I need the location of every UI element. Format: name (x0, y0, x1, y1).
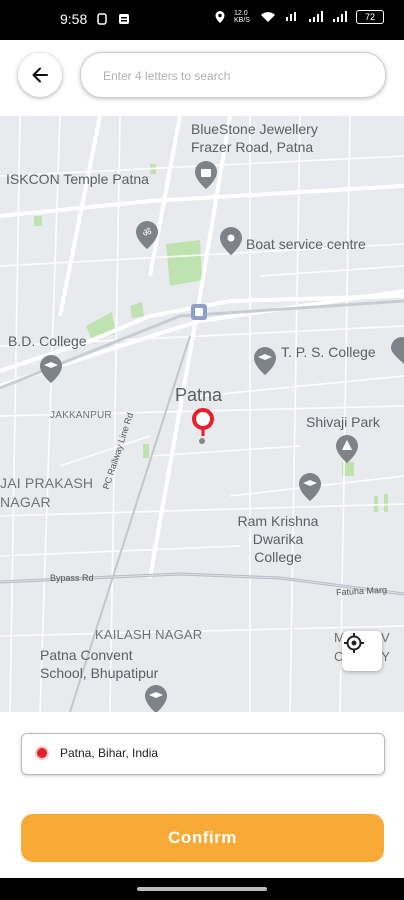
app-notification-icon (119, 14, 129, 24)
notification-icon (97, 13, 107, 25)
home-gesture-handle[interactable] (137, 887, 267, 891)
poi-label: Patna Convent School, Bhupatipur (40, 647, 159, 681)
confirm-button[interactable]: Confirm (21, 814, 384, 862)
park-icon[interactable] (335, 434, 359, 464)
school-icon[interactable] (144, 684, 168, 712)
location-marker-icon[interactable] (191, 408, 215, 448)
poi-label: Ram Krishna Dwarika College (237, 513, 319, 565)
arrow-left-icon (32, 67, 48, 83)
search-bar[interactable] (80, 52, 386, 99)
status-time: 9:58 (60, 11, 88, 27)
shopping-bag-icon[interactable] (194, 160, 218, 190)
school-icon[interactable] (39, 354, 63, 384)
crosshair-icon (344, 633, 364, 653)
area-label: JAKKANPUR (50, 410, 112, 421)
location-status-icon (215, 11, 225, 23)
poi-label: ISKCON Temple Patna (6, 171, 149, 187)
selected-address-field[interactable]: Patna, Bihar, India (21, 733, 385, 775)
wifi-icon (261, 12, 275, 22)
area-label: JAI PRAKASH NAGAR (0, 475, 94, 510)
poi-label: T. P. S. College (281, 344, 376, 360)
poi-label: Shivaji Park (306, 414, 380, 430)
selected-address-text: Patna, Bihar, India (60, 746, 159, 760)
city-label: Patna (175, 385, 223, 405)
area-label: KAILASH NAGAR (95, 627, 203, 642)
my-location-button[interactable] (342, 631, 382, 671)
temple-icon[interactable]: ॐ (135, 220, 159, 250)
data-speed: 12.0 KB/S (234, 10, 250, 24)
status-bar: 9:58 12.0 KB/S 72 (0, 0, 404, 40)
hospital-icon[interactable] (390, 336, 404, 366)
navigation-bar (0, 878, 404, 900)
location-dot-icon (37, 748, 47, 758)
svg-text:ॐ: ॐ (142, 227, 151, 239)
road-label: Bypass Rd (50, 573, 94, 583)
map-view[interactable]: ॐ BlueStone Jewellery Frazer Road, Patna… (0, 116, 404, 712)
battery-icon: 72 (356, 10, 384, 24)
search-input[interactable] (101, 53, 375, 99)
poi-label: B.D. College (8, 333, 87, 349)
school-icon[interactable] (253, 346, 277, 376)
signal-2-icon (333, 11, 347, 22)
school-icon[interactable] (298, 472, 322, 502)
signal-icon (309, 11, 323, 22)
poi-label: Boat service centre (246, 236, 366, 252)
back-button[interactable] (18, 53, 62, 97)
poi-label: BlueStone Jewellery Frazer Road, Patna (191, 121, 318, 155)
volte-icon (286, 12, 296, 21)
pin-icon[interactable] (219, 226, 243, 256)
